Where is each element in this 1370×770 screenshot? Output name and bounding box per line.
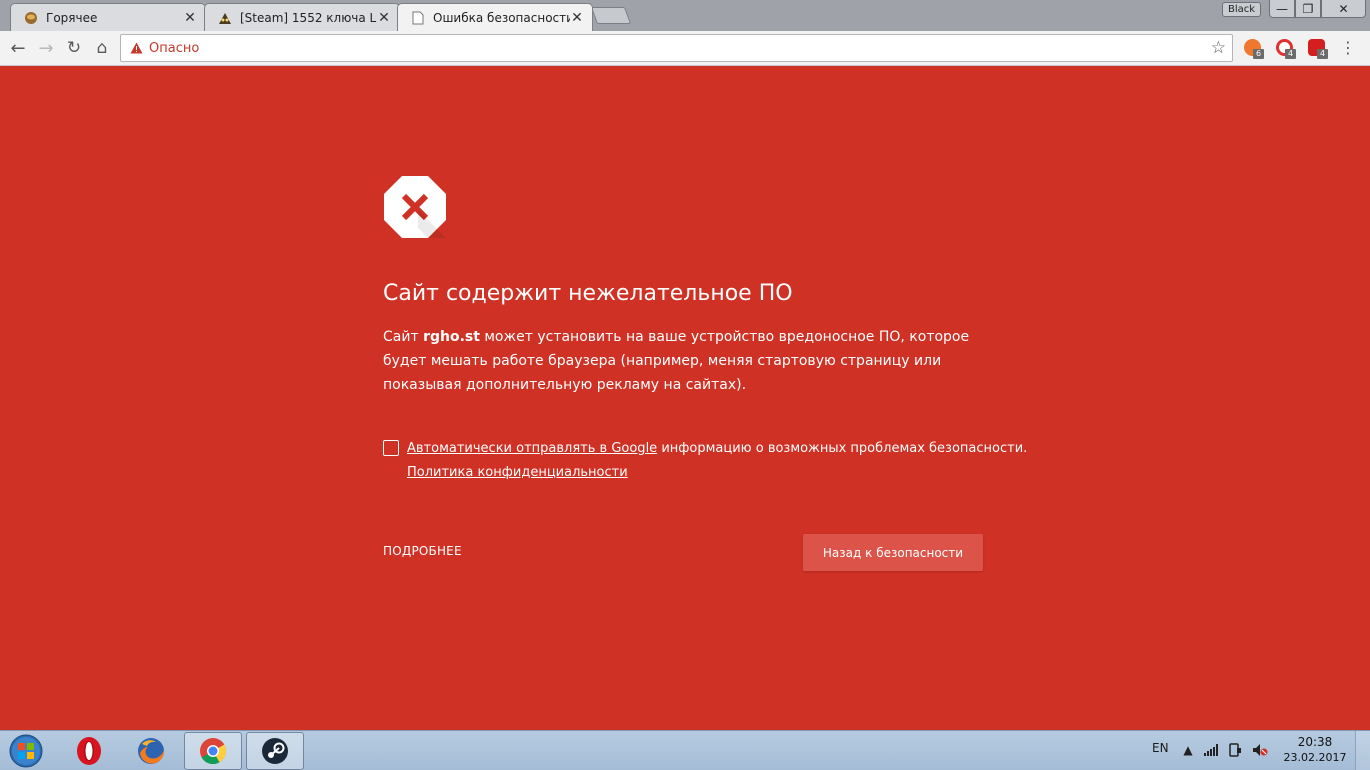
forward-arrow-icon[interactable]: →: [34, 36, 58, 60]
tab-title: [Steam] 1552 ключа Luc: [240, 10, 377, 25]
tray-expand-icon[interactable]: ▲: [1180, 742, 1196, 758]
browser-toolbar: ← → ↻ ⌂ Опасно ☆ 6 4 4 ⋮: [0, 31, 1370, 66]
address-bar[interactable]: Опасно ☆: [120, 34, 1233, 62]
page-title: Сайт содержит нежелательное ПО: [383, 281, 793, 306]
privacy-line: Политика конфиденциальности: [407, 461, 628, 485]
page-icon: [410, 10, 426, 26]
tab-steam-forum[interactable]: [Steam] 1552 ключа Luc ✕: [204, 3, 400, 31]
tab-close-icon[interactable]: ✕: [570, 10, 584, 26]
warning-description: Сайт rgho.st может установить на ваше ус…: [383, 325, 983, 397]
profile-badge[interactable]: Black: [1222, 2, 1262, 17]
tab-strip: Горячее ✕ [Steam] 1552 ключа Luc ✕ Ошибк…: [0, 0, 1370, 31]
clock-time: 20:38: [1297, 735, 1333, 749]
opera-ext-count: 4: [1285, 49, 1296, 59]
tab-title: Горячее: [46, 10, 98, 25]
auto-send-link[interactable]: Автоматически отправлять в Google: [407, 441, 657, 456]
taskbar-opera[interactable]: [60, 732, 118, 770]
network-signal-icon[interactable]: [1203, 742, 1219, 758]
chrome-icon: [200, 738, 227, 765]
adblock-ext-button[interactable]: 4: [1306, 37, 1332, 61]
back-arrow-icon[interactable]: ←: [6, 36, 30, 60]
firefox-icon: [138, 738, 165, 764]
taskbar-chrome[interactable]: [184, 732, 242, 770]
taskbar-firefox[interactable]: [122, 732, 180, 770]
back-to-safety-button[interactable]: Назад к безопасности: [803, 534, 983, 571]
tab-security-error[interactable]: Ошибка безопасности ✕: [397, 3, 593, 31]
adblock-ext-count: 4: [1317, 49, 1328, 59]
error-stop-sign-icon: [383, 175, 447, 239]
security-status-label: Опасно: [149, 40, 200, 56]
pikabu-icon: [23, 10, 39, 26]
taskbar-steam[interactable]: [246, 732, 304, 770]
privacy-policy-link[interactable]: Политика конфиденциальности: [407, 465, 628, 480]
tab-close-icon[interactable]: ✕: [183, 10, 197, 26]
language-indicator[interactable]: EN: [1152, 741, 1169, 755]
new-tab-button[interactable]: [590, 7, 632, 24]
site-name: rgho.st: [423, 329, 480, 345]
close-window-button[interactable]: ✕: [1321, 0, 1366, 18]
opera-icon: [77, 737, 101, 765]
system-clock[interactable]: 20:38 23.02.2017: [1282, 734, 1348, 766]
report-checkbox[interactable]: [383, 440, 399, 456]
optin-description: информацию о возможных проблемах безопас…: [657, 441, 1028, 456]
minimize-button[interactable]: —: [1269, 0, 1295, 18]
optin-text-line: Автоматически отправлять в Google информ…: [407, 437, 1027, 461]
warning-triangle-icon[interactable]: [129, 42, 143, 55]
browser-menu-icon[interactable]: ⋮: [1340, 38, 1356, 58]
maximize-button[interactable]: ❐: [1295, 0, 1321, 18]
extension-1-count: 6: [1253, 49, 1264, 59]
tab-close-icon[interactable]: ✕: [377, 10, 391, 26]
details-button[interactable]: ПОДРОБНЕЕ: [383, 544, 462, 558]
device-icon[interactable]: [1227, 742, 1243, 758]
steam-forum-icon: [217, 10, 233, 26]
reload-icon[interactable]: ↻: [62, 36, 86, 60]
description-prefix: Сайт: [383, 329, 424, 345]
security-interstitial: Сайт содержит нежелательное ПО Сайт rgho…: [0, 66, 1370, 730]
tab-pikabu[interactable]: Горячее ✕: [10, 3, 206, 31]
tab-title: Ошибка безопасности: [433, 11, 570, 25]
windows-taskbar: EN ▲ 20:38 23.02.2017: [0, 730, 1370, 770]
opera-ext-button[interactable]: 4: [1274, 37, 1300, 61]
clock-date: 23.02.2017: [1283, 751, 1347, 764]
home-icon[interactable]: ⌂: [90, 36, 114, 60]
extension-1-button[interactable]: 6: [1242, 37, 1268, 61]
start-button[interactable]: [4, 732, 48, 770]
bookmark-star-icon[interactable]: ☆: [1211, 38, 1226, 58]
steam-icon: [262, 738, 288, 764]
volume-muted-icon[interactable]: [1252, 742, 1268, 758]
show-desktop-button[interactable]: [1355, 731, 1370, 770]
